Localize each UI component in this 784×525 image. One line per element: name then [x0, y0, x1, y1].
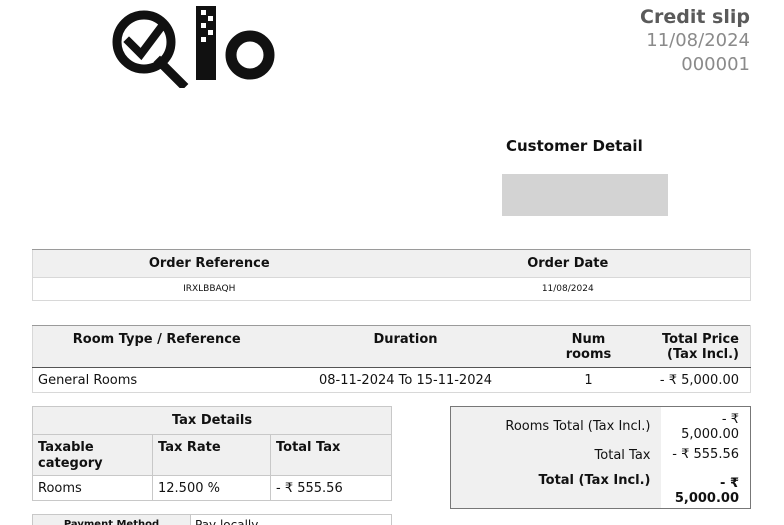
order-reference-header: Order Reference — [32, 249, 386, 278]
num-rooms-header: Num rooms — [530, 325, 647, 368]
rooms-table: Room Type / Reference Duration Num rooms… — [32, 325, 751, 393]
order-reference-table: Order Reference Order Date IRXLBBAQH 11/… — [32, 249, 751, 301]
rooms-total-value: - ₹ 5,000.00 — [681, 412, 739, 442]
tax-rate-cell: 12.500 % — [152, 475, 271, 501]
order-date-header: Order Date — [385, 249, 751, 278]
credit-slip-date: 11/08/2024 — [646, 30, 750, 51]
grand-total-label: Total (Tax Incl.) — [450, 468, 661, 508]
customer-detail-redacted-box — [502, 174, 668, 216]
room-type-header: Room Type / Reference — [32, 325, 281, 368]
payment-method-table: Payment Method Pay locally — [32, 514, 392, 525]
total-price-cell: - ₹ 5,000.00 — [646, 367, 751, 393]
duration-header: Duration — [280, 325, 531, 368]
totals-table: Rooms Total (Tax Incl.) - ₹ 5,000.00 Tot… — [450, 406, 751, 509]
credit-slip-number: 000001 — [681, 54, 750, 75]
total-tax-cell: - ₹ 555.56 — [270, 475, 392, 501]
taxable-category-cell: Rooms — [32, 475, 153, 501]
customer-detail-heading: Customer Detail — [506, 137, 643, 155]
total-price-header: Total Price (Tax Incl.) — [646, 325, 751, 368]
total-tax-label: Total Tax — [450, 442, 661, 468]
taxable-category-header: Taxable category — [32, 434, 153, 476]
order-date-value: 11/08/2024 — [385, 277, 751, 301]
qlo-logo — [112, 6, 275, 88]
num-rooms-cell: 1 — [530, 367, 647, 393]
payment-method-value: Pay locally — [190, 514, 392, 525]
payment-method-label: Payment Method — [32, 514, 191, 525]
duration-cell: 08-11-2024 To 15-11-2024 — [280, 367, 531, 393]
table-row: Rooms 12.500 % - ₹ 555.56 — [32, 475, 392, 501]
table-row: General Rooms 08-11-2024 To 15-11-2024 1… — [32, 367, 751, 393]
total-tax-header: Total Tax — [270, 434, 392, 476]
total-tax-value: - ₹ 555.56 — [672, 447, 739, 462]
credit-slip-title: Credit slip — [640, 6, 750, 28]
rooms-total-label: Rooms Total (Tax Incl.) — [450, 406, 661, 442]
tax-details-table: Tax Details Taxable category Tax Rate To… — [32, 406, 392, 501]
tax-rate-header: Tax Rate — [152, 434, 271, 476]
grand-total-value: - ₹ 5,000.00 — [674, 476, 739, 506]
room-type-cell: General Rooms — [32, 367, 281, 393]
order-reference-value: IRXLBBAQH — [32, 277, 386, 301]
tax-details-heading: Tax Details — [32, 406, 392, 435]
